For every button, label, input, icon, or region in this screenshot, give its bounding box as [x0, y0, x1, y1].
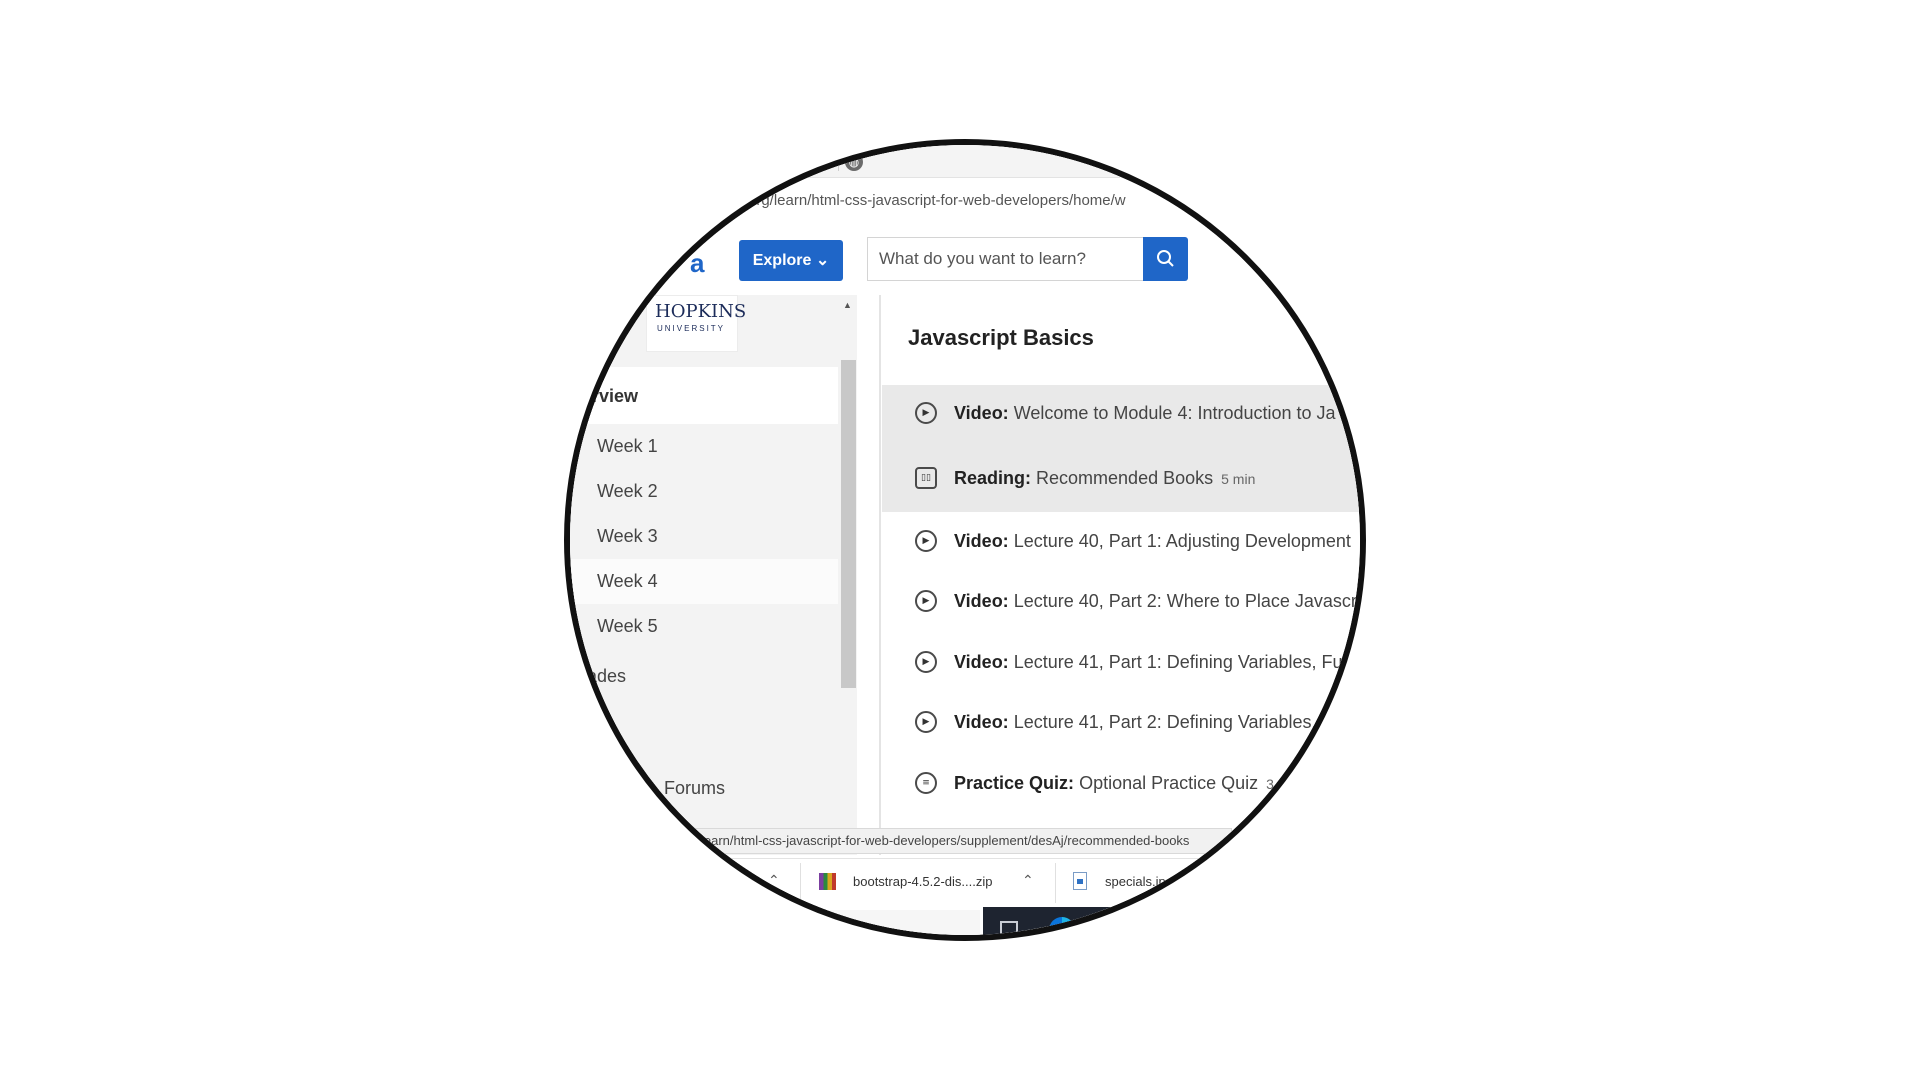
- taskbar: [983, 907, 1360, 935]
- download-separator: [1055, 863, 1056, 903]
- module-item-video[interactable]: ▶ Video: Welcome to Module 4: Introducti…: [882, 385, 1360, 450]
- item-text: Video: Lecture 40, Part 2: Where to Plac…: [954, 591, 1360, 612]
- item-title: Lecture 41, Part 1: Defining Variables, …: [1013, 652, 1343, 672]
- university-name: HOPKINS: [655, 301, 747, 322]
- module-item-practice-quiz[interactable]: ≡ Practice Quiz: Optional Practice Quiz 3: [882, 755, 1360, 815]
- sidebar-item-forums[interactable]: Forums: [664, 778, 725, 799]
- globe-icon[interactable]: ◍: [685, 153, 703, 171]
- item-text: Reading: Recommended Books 5 min: [954, 468, 1255, 489]
- item-title: Optional Practice Quiz: [1079, 773, 1259, 793]
- globe-icon[interactable]: ◍: [813, 153, 831, 171]
- item-type: Video:: [954, 531, 1009, 551]
- university-subtitle: UNIVERSITY: [657, 324, 726, 333]
- sidebar-item-grades[interactable]: ades: [587, 666, 626, 687]
- scrollbar-thumb[interactable]: [841, 360, 856, 688]
- item-text: Practice Quiz: Optional Practice Quiz 3: [954, 773, 1274, 794]
- item-title: Lecture 40, Part 1: Adjusting Developmen…: [1013, 531, 1351, 551]
- edge-browser-icon[interactable]: [1049, 917, 1075, 935]
- module-title: Javascript Basics: [908, 325, 1094, 350]
- module-item-video[interactable]: ▶ Video: Lecture 41, Part 2: Defining Va…: [882, 694, 1360, 754]
- sidebar-item-week-5[interactable]: Week 5: [570, 604, 838, 649]
- sidebar-item-label: rview: [592, 386, 639, 406]
- item-duration: 5 min: [1221, 471, 1256, 487]
- coursera-logo[interactable]: a: [690, 248, 704, 279]
- book-icon: ▯▯: [915, 467, 937, 489]
- sidebar-item-week-1[interactable]: Week 1: [570, 424, 838, 469]
- play-icon: ▶: [915, 530, 937, 552]
- play-icon: ▶: [915, 651, 937, 673]
- item-text: Video: Lecture 41, Part 2: Defining Vari…: [954, 712, 1317, 733]
- module-item-video[interactable]: ▶ Video: Lecture 41, Part 1: Defining Va…: [882, 634, 1360, 694]
- sidebar-item-label: Week 5: [597, 616, 658, 636]
- sidebar-item-week-3[interactable]: Week 3: [570, 514, 838, 559]
- image-file-icon: [1073, 872, 1087, 890]
- university-logo: HOPKINS UNIVERSITY: [646, 295, 746, 352]
- play-icon: ▶: [915, 402, 937, 424]
- explore-button[interactable]: Explore ⌄: [739, 240, 843, 281]
- download-item-name[interactable]: bootstrap-4.5.2-dis....zip: [853, 874, 992, 889]
- zip-archive-icon: [819, 873, 836, 890]
- item-title: Welcome to Module 4: Introduction to Ja: [1013, 403, 1336, 423]
- item-title: Lecture 41, Part 2: Defining Variables,: [1013, 712, 1317, 732]
- sidebar-item-overview[interactable]: rview: [570, 367, 838, 424]
- magnified-view: ◍ in ◍ ◍ ◍ ◍ org/learn/html-css-javascri…: [570, 145, 1360, 935]
- item-type: Video:: [954, 712, 1009, 732]
- address-bar[interactable]: org/learn/html-css-javascript-for-web-de…: [570, 187, 1360, 217]
- search-button[interactable]: [1143, 237, 1188, 281]
- taskbar-app-icon[interactable]: [1108, 917, 1130, 925]
- item-type: Video:: [954, 652, 1009, 672]
- task-view-icon[interactable]: [1000, 921, 1018, 935]
- item-duration: 3: [1266, 776, 1274, 792]
- window-bottom-area: [570, 910, 980, 935]
- bookmark-separator: [774, 155, 775, 171]
- chevron-up-icon[interactable]: ⌃: [768, 872, 780, 889]
- module-item-reading[interactable]: ▯▯ Reading: Recommended Books 5 min: [882, 450, 1360, 512]
- status-bar-url: learn/html-css-javascript-for-web-develo…: [570, 828, 1232, 854]
- play-icon: ▶: [915, 590, 937, 612]
- play-icon: ▶: [915, 711, 937, 733]
- download-separator: [800, 863, 801, 903]
- sidebar-item-week-4[interactable]: Week 4: [570, 559, 838, 604]
- item-type: Practice Quiz:: [954, 773, 1075, 793]
- search-icon: [1157, 250, 1174, 267]
- item-text: Video: Lecture 41, Part 1: Defining Vari…: [954, 652, 1343, 673]
- search-input[interactable]: What do you want to learn?: [867, 237, 1143, 281]
- quiz-icon: ≡: [915, 772, 937, 794]
- item-title: Lecture 40, Part 2: Where to Place Javas…: [1013, 591, 1360, 611]
- item-text: Video: Lecture 40, Part 1: Adjusting Dev…: [954, 531, 1351, 552]
- item-text: Video: Welcome to Module 4: Introduction…: [954, 403, 1336, 424]
- downloads-bar: ⌃ bootstrap-4.5.2-dis....zip ⌃ specials.…: [570, 858, 1360, 911]
- sidebar-item-label: Week 1: [597, 436, 658, 456]
- globe-icon[interactable]: ◍: [749, 153, 767, 171]
- sidebar-item-label: Week 3: [597, 526, 658, 546]
- sidebar-item-label: Week 4: [597, 571, 658, 591]
- sidebar-divider: [879, 295, 881, 855]
- item-type: Reading:: [954, 468, 1032, 488]
- url-text[interactable]: org/learn/html-css-javascript-for-web-de…: [748, 192, 1126, 209]
- sidebar-item-week-2[interactable]: Week 2: [570, 469, 838, 514]
- item-type: Video:: [954, 591, 1009, 611]
- sidebar-item-label: Week 2: [597, 481, 658, 501]
- globe-icon[interactable]: ◍: [845, 153, 863, 171]
- module-item-video[interactable]: ▶ Video: Lecture 40, Part 2: Where to Pl…: [882, 573, 1360, 633]
- bookmark-separator: [806, 155, 807, 171]
- bookmark-separator: [710, 155, 711, 171]
- bookmarks-bar: ◍ in ◍ ◍ ◍ ◍: [570, 145, 1120, 178]
- download-item-name[interactable]: specials.jpg: [1105, 874, 1173, 889]
- chevron-up-icon[interactable]: ⌃: [1022, 872, 1034, 889]
- bookmark-separator: [742, 155, 743, 171]
- item-title: Recommended Books: [1036, 468, 1214, 488]
- status-url-text: learn/html-css-javascript-for-web-develo…: [701, 833, 1190, 848]
- module-item-video[interactable]: ▶ Video: Lecture 40, Part 1: Adjusting D…: [882, 513, 1360, 573]
- item-type: Video:: [954, 403, 1009, 423]
- linkedin-icon[interactable]: in: [718, 154, 734, 170]
- bookmark-separator: [838, 155, 839, 171]
- globe-icon[interactable]: ◍: [781, 153, 799, 171]
- scroll-up-arrow-icon[interactable]: ▲: [843, 300, 852, 310]
